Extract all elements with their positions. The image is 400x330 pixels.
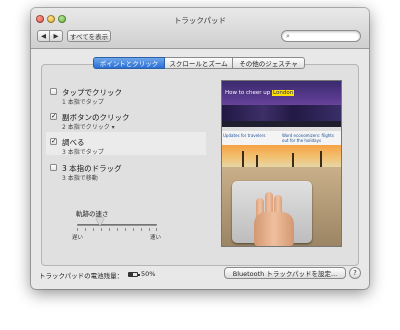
- col2-title: Word economizers: flights out for the ho…: [282, 133, 334, 143]
- trackpad-photo: [222, 167, 341, 246]
- battery-label: トラックパッドの電池残量：: [39, 272, 124, 280]
- search-field[interactable]: ⌕: [281, 30, 361, 42]
- preview-subnav: [222, 127, 341, 131]
- preview-webpage: How to cheer up London Updates for trave…: [222, 81, 341, 167]
- window-title: トラックパッド: [173, 16, 227, 25]
- checkbox-three-finger-drag[interactable]: [50, 164, 57, 171]
- battery-icon: [128, 272, 140, 277]
- preview-headline: How to cheer up London: [225, 90, 295, 96]
- slider-thumb[interactable]: [96, 218, 105, 226]
- headline-text: How to cheer up: [225, 90, 271, 96]
- headline-highlight: London: [272, 90, 295, 96]
- hand-image: [252, 192, 294, 246]
- battery-percent: 50%: [141, 270, 156, 278]
- tab-scroll-and-zoom[interactable]: スクロールとズーム: [165, 57, 233, 69]
- show-all-button[interactable]: すべてを表示: [67, 30, 111, 42]
- option-sub: 1 本指でタップ: [62, 99, 104, 106]
- back-button[interactable]: ◀: [37, 30, 50, 42]
- secondary-click-popup[interactable]: 2 本指でクリック ▾: [62, 122, 115, 131]
- forward-button[interactable]: ▶: [50, 30, 63, 42]
- preferences-window: トラックパッド ◀ ▶ すべてを表示 ⌕ ポイントとクリック スクロールとズーム…: [31, 8, 369, 289]
- tab-bar: ポイントとクリック スクロールとズーム その他のジェスチャ: [93, 57, 305, 69]
- fast-label: 速い: [150, 235, 162, 241]
- checkbox-secondary-click[interactable]: ✓: [50, 113, 57, 120]
- search-input[interactable]: [294, 32, 356, 40]
- tracking-speed-label: 軌跡の速さ: [76, 210, 109, 218]
- option-sub: 3 本指でタップ: [62, 149, 104, 156]
- battery-fill: [129, 273, 133, 276]
- tracking-speed-slider[interactable]: [77, 224, 157, 226]
- search-icon: ⌕: [286, 32, 290, 40]
- tab-more-gestures[interactable]: その他のジェスチャ: [233, 57, 305, 69]
- col1-title: Updates for travelers: [223, 133, 266, 138]
- option-sub: 3 本指で移動: [62, 175, 98, 182]
- preview-skyline: [222, 105, 341, 121]
- slider-ticks: [77, 228, 157, 231]
- checkbox-look-up[interactable]: ✓: [50, 138, 57, 145]
- settings-panel: タップでクリック 1 本指でタップ ✓ 副ボタンのクリック 2 本指でクリック …: [41, 64, 359, 266]
- help-icon[interactable]: ?: [349, 267, 361, 279]
- checkbox-tap-to-click[interactable]: [50, 88, 57, 95]
- setup-bluetooth-trackpad-button[interactable]: Bluetooth トラックパッドを設定...: [224, 267, 346, 279]
- slow-label: 遅い: [72, 235, 84, 241]
- tab-point-and-click[interactable]: ポイントとクリック: [93, 57, 165, 69]
- gesture-preview: How to cheer up London Updates for trave…: [221, 80, 342, 247]
- preview-beach-image: [222, 145, 341, 167]
- title-bar[interactable]: トラックパッド ◀ ▶ すべてを表示 ⌕: [31, 8, 369, 49]
